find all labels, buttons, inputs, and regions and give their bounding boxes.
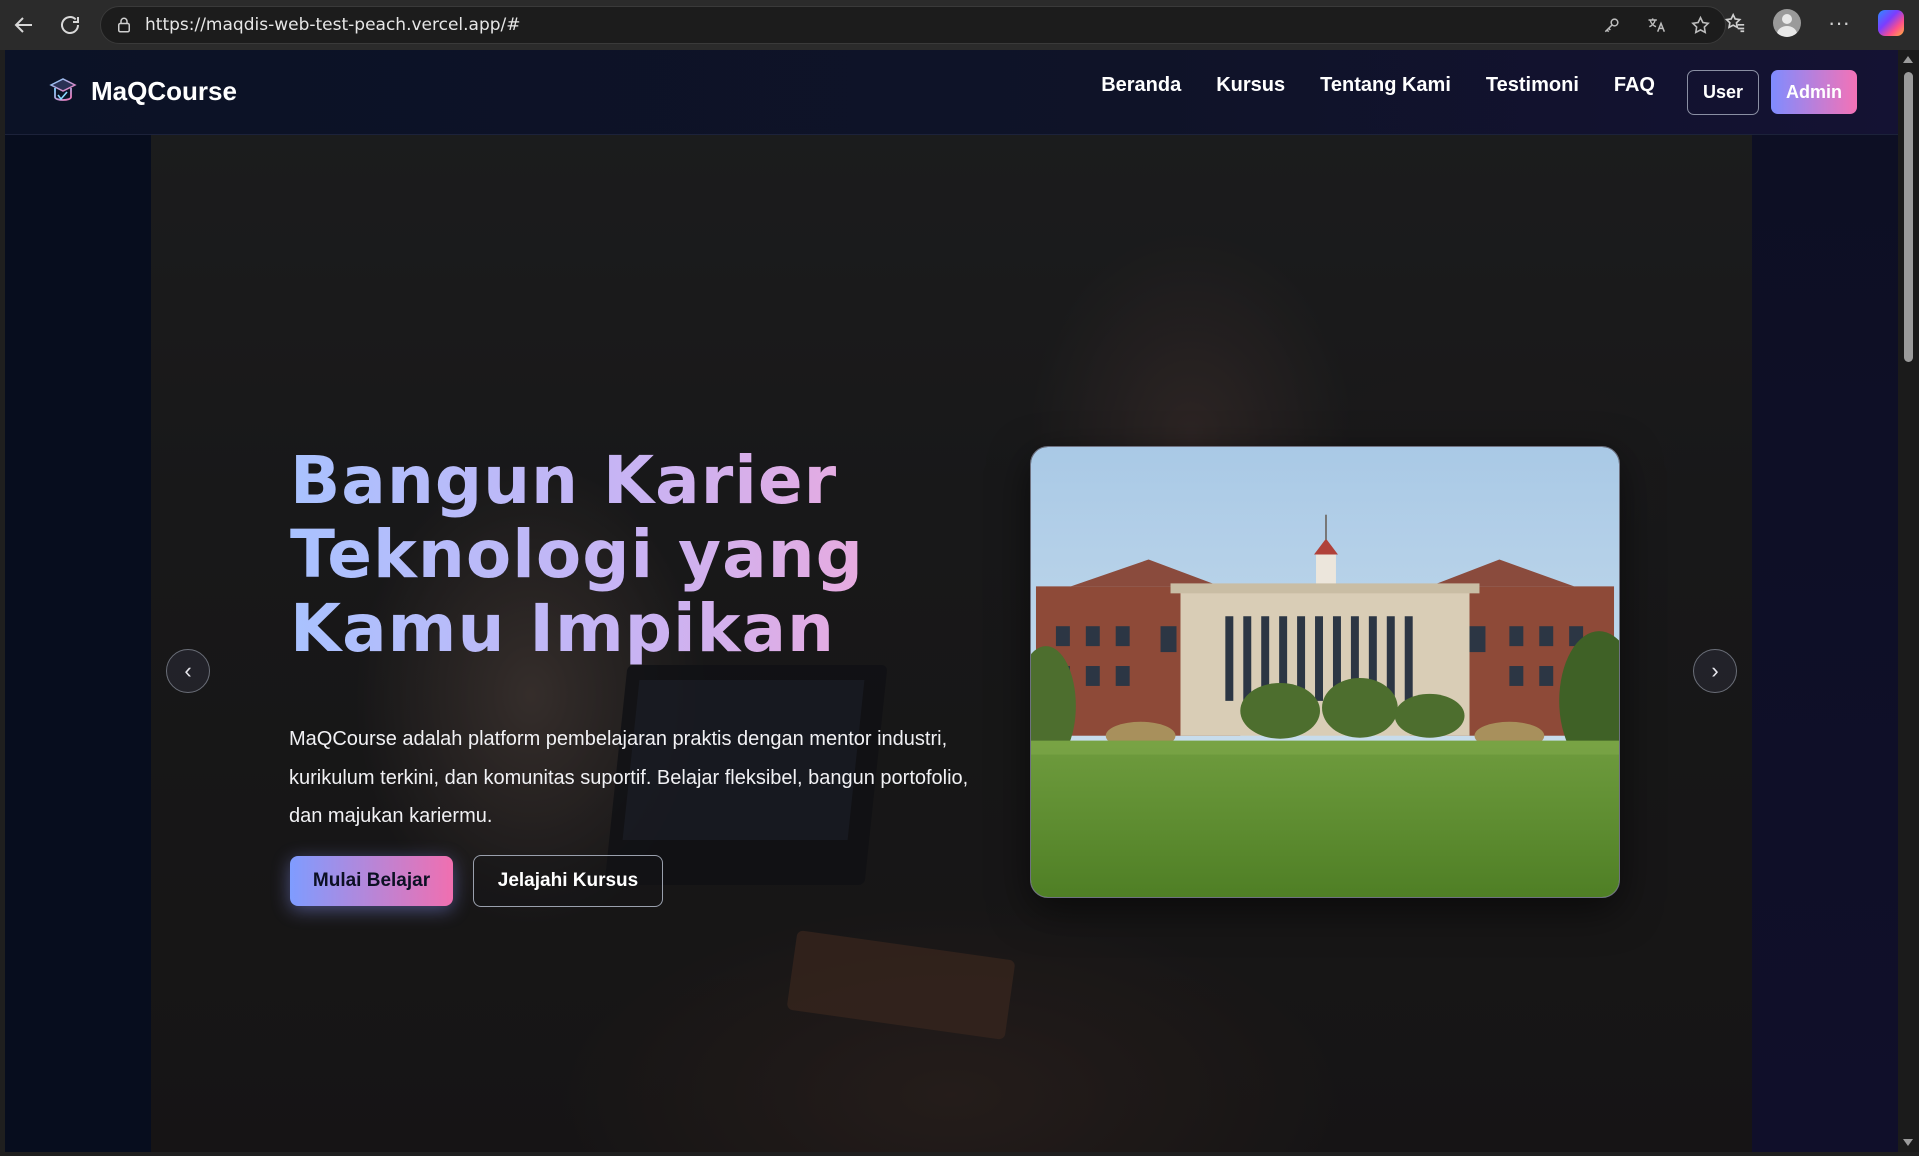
key-icon[interactable]	[1601, 14, 1623, 36]
hero-title-line: Teknologi yang	[290, 516, 864, 593]
admin-login-button[interactable]: Admin	[1771, 70, 1857, 114]
hero-right-margin	[1752, 135, 1898, 1152]
start-learning-button[interactable]: Mulai Belajar	[290, 856, 453, 906]
explore-courses-button[interactable]: Jelajahi Kursus	[473, 855, 663, 907]
url-text[interactable]: https://maqdis-web-test-peach.vercel.app…	[145, 15, 521, 35]
address-bar[interactable]: https://maqdis-web-test-peach.vercel.app…	[100, 6, 1726, 44]
user-login-button[interactable]: User	[1687, 70, 1759, 115]
lock-icon[interactable]	[115, 16, 133, 34]
nav-link-testimoni[interactable]: Testimoni	[1486, 74, 1579, 97]
page-scrollbar[interactable]	[1898, 50, 1919, 1152]
slider-next-button[interactable]: ›	[1693, 649, 1737, 693]
scroll-up-icon[interactable]	[1903, 56, 1913, 63]
favorites-icon[interactable]	[1721, 9, 1749, 37]
hero-title-line: Bangun Karier	[290, 442, 838, 519]
reload-icon[interactable]	[50, 5, 90, 45]
hero-description: MaQCourse adalah platform pembelajaran p…	[289, 728, 969, 827]
nav-link-faq[interactable]: FAQ	[1614, 74, 1655, 97]
brand-name: MaQCourse	[91, 75, 237, 106]
scroll-down-icon[interactable]	[1903, 1139, 1913, 1146]
nav-link-tentang-kami[interactable]: Tentang Kami	[1320, 74, 1451, 97]
logo-icon	[47, 75, 77, 107]
hero-title: Bangun Karier Teknologi yang Kamu Impika…	[290, 444, 930, 666]
translate-icon[interactable]	[1645, 14, 1667, 36]
slider-prev-button[interactable]: ‹	[166, 649, 210, 693]
browser-toolbar: https://maqdis-web-test-peach.vercel.app…	[0, 0, 1919, 50]
brand[interactable]: MaQCourse	[47, 75, 237, 107]
profile-icon[interactable]	[1773, 9, 1801, 37]
scrollbar-thumb[interactable]	[1904, 72, 1913, 362]
hero-left-margin	[5, 135, 151, 1152]
star-icon[interactable]	[1689, 14, 1711, 36]
more-icon[interactable]: ···	[1825, 9, 1853, 37]
hero-title-line: Kamu Impikan	[290, 590, 836, 667]
page-viewport: MaQCourse Beranda Kursus Tentang Kami Te…	[5, 50, 1898, 1152]
nav-link-kursus[interactable]: Kursus	[1216, 74, 1285, 97]
nav-link-beranda[interactable]: Beranda	[1101, 74, 1181, 97]
main-nav: Beranda Kursus Tentang Kami Testimoni FA…	[1101, 74, 1655, 97]
campus-image	[1030, 446, 1620, 898]
back-icon[interactable]	[4, 5, 44, 45]
site-navbar: MaQCourse Beranda Kursus Tentang Kami Te…	[5, 50, 1898, 135]
copilot-icon[interactable]	[1877, 9, 1905, 37]
